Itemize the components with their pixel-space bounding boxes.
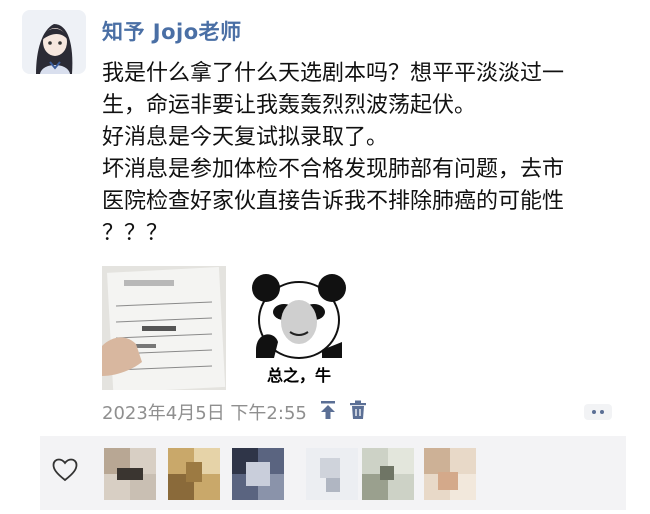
post-meta-row: 2023年4月5日 下午2:55 <box>102 398 367 426</box>
post-timestamp: 2023年4月5日 下午2:55 <box>102 403 307 424</box>
post-text-line: 医院检查好家伙直接告诉我不排除肺癌的可能性 <box>102 189 565 214</box>
post-photo-document[interactable] <box>102 266 226 390</box>
liker-avatar[interactable] <box>168 448 220 500</box>
post-text-line: 生，命运非要让我轰轰烈烈波荡起伏。 <box>102 93 477 118</box>
liker-avatar[interactable] <box>104 448 156 500</box>
pin-top-icon[interactable] <box>319 400 337 424</box>
post-text-line: 坏消息是参加体检不合格发现肺部有问题，去市 <box>102 157 565 182</box>
trash-icon[interactable] <box>349 400 367 424</box>
post-text: 我是什么拿了什么天选剧本吗？想平平淡淡过一 生，命运非要让我轰轰烈烈波荡起伏。 … <box>102 58 622 250</box>
post-text-line: ？？？ <box>102 221 169 246</box>
liker-avatar[interactable] <box>306 448 358 500</box>
post-text-line: 我是什么拿了什么天选剧本吗？想平平淡淡过一 <box>102 61 565 86</box>
heart-icon[interactable] <box>52 458 78 486</box>
meme-caption: 总之，牛 <box>266 366 331 385</box>
liker-avatar[interactable] <box>424 448 476 500</box>
meme-sticker[interactable]: 总之，牛 <box>244 266 354 390</box>
avatar[interactable] <box>22 10 86 74</box>
post-text-line: 好消息是今天复试拟录取了。 <box>102 125 389 150</box>
likes-panel <box>40 436 626 510</box>
author-name[interactable]: 知予 Jojo老师 <box>102 16 242 46</box>
liker-avatar[interactable] <box>232 448 284 500</box>
more-dots-icon[interactable] <box>584 404 612 420</box>
liker-avatar[interactable] <box>362 448 414 500</box>
